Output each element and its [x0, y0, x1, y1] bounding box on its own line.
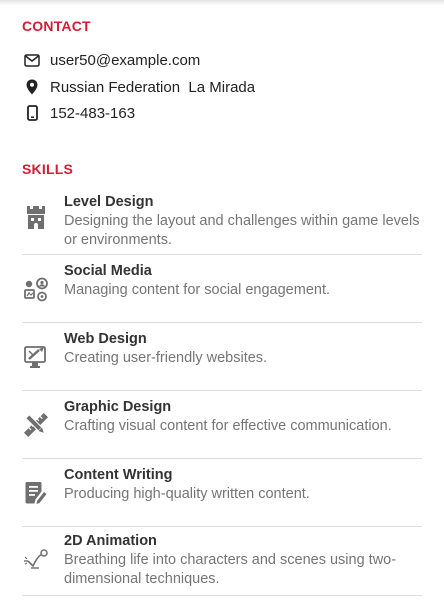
skill-item-web-design: Web Design Creating user-friendly websit… — [22, 323, 422, 391]
top-shadow — [0, 0, 444, 5]
contact-phone[interactable]: 152-483-163 — [50, 105, 135, 122]
skill-description: Producing high-quality written content. — [64, 486, 310, 502]
skill-title: Web Design — [64, 331, 147, 347]
skill-item-level-design: Level Design Designing the layout and ch… — [22, 186, 422, 255]
envelope-icon — [22, 50, 42, 70]
contact-phone-row[interactable]: 152-483-163 — [22, 102, 135, 124]
skill-title: Social Media — [64, 263, 152, 279]
map-pin-icon — [22, 77, 42, 97]
animation-icon — [22, 545, 50, 573]
web-design-icon — [22, 343, 50, 371]
contact-email-row[interactable]: user50@example.com — [22, 49, 200, 71]
skills-list: Level Design Designing the layout and ch… — [22, 186, 422, 596]
contact-heading: CONTACT — [22, 18, 91, 34]
mobile-phone-icon — [22, 103, 42, 123]
skill-title: 2D Animation — [64, 533, 157, 549]
pencil-ruler-icon — [22, 411, 50, 439]
skill-title: Level Design — [64, 194, 154, 210]
skill-item-graphic-design: Graphic Design Crafting visual content f… — [22, 391, 422, 459]
skill-item-2d-animation: 2D Animation Breathing life into charact… — [22, 527, 422, 596]
skill-title: Graphic Design — [64, 399, 172, 415]
contact-location-row: Russian Federation La Mirada — [22, 76, 255, 98]
castle-icon — [22, 203, 50, 231]
skill-description: Breathing life into characters and scene… — [64, 552, 397, 587]
contact-location: Russian Federation La Mirada — [50, 78, 256, 96]
document-pen-icon — [22, 479, 50, 507]
skill-description: Crafting visual content for effective co… — [64, 418, 392, 434]
skill-title: Content Writing — [64, 467, 173, 483]
social-network-icon — [22, 276, 50, 304]
contact-email[interactable]: user50@example.com — [50, 52, 200, 69]
skill-description: Designing the layout and challenges with… — [64, 213, 420, 248]
skills-heading: SKILLS — [22, 161, 73, 177]
skill-description: Managing content for social engagement. — [64, 282, 331, 298]
skill-description: Creating user-friendly websites. — [64, 350, 268, 366]
skill-item-content-writing: Content Writing Producing high-quality w… — [22, 459, 422, 527]
skill-item-social-media: Social Media Managing content for social… — [22, 255, 422, 323]
